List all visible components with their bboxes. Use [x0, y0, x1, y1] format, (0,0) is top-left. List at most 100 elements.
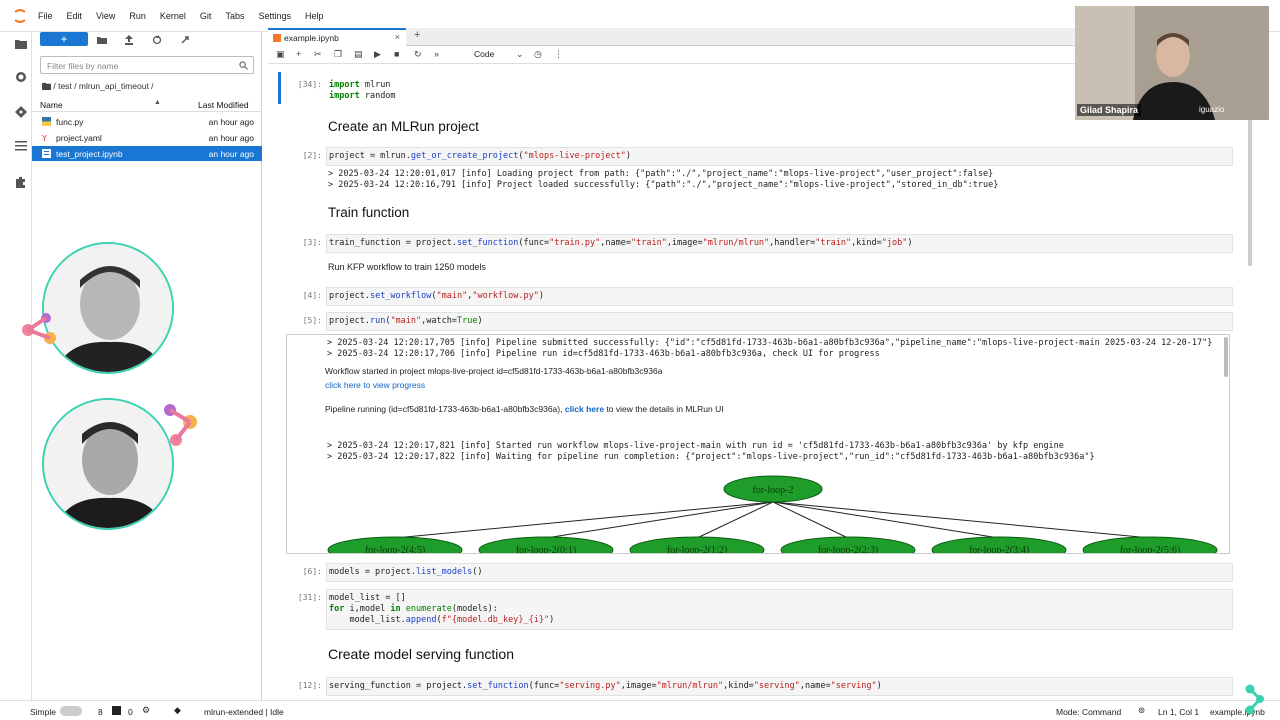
code-cell[interactable]: train_function = project.set_function(fu…	[326, 234, 1233, 253]
cell-prompt: [4]:	[302, 291, 322, 300]
breadcrumb[interactable]: / test / mlrun_api_timeout /	[42, 81, 154, 91]
graph-node-label: for-loop-2(4:5)	[365, 545, 425, 554]
restart-icon[interactable]: ↻	[414, 49, 422, 60]
graph-node-child[interactable]: for-loop-2(4:5)	[327, 536, 463, 554]
view-details-link[interactable]: click here	[565, 404, 604, 414]
extension-icon[interactable]	[15, 176, 27, 188]
notebook-panel[interactable]: [34]: import mlrun import random Create …	[268, 64, 1256, 700]
code-cell[interactable]: model_list = [] for i,model in enumerate…	[326, 589, 1233, 630]
restart-run-all-icon[interactable]: »	[434, 49, 439, 59]
cell-output-log: > 2025-03-24 12:20:01,017 [info] Loading…	[328, 169, 999, 190]
graph-node-label: for-loop-2(2:3)	[818, 545, 878, 554]
markdown-heading: Train function	[328, 205, 410, 220]
file-row[interactable]: Y project.yaml an hour ago	[32, 130, 262, 145]
filter-files-input[interactable]: Filter files by name	[40, 56, 254, 74]
column-last-modified[interactable]: Last Modified	[198, 100, 249, 110]
file-row-selected[interactable]: test_project.ipynb an hour ago	[32, 146, 262, 161]
file-browser: + Filter files by name / test / mlrun_ap…	[22, 32, 262, 700]
graph-node-child[interactable]: for-loop-2(2:3)	[780, 536, 916, 554]
code-cell[interactable]: project.run("main",watch=True)	[326, 312, 1233, 331]
kernel-status[interactable]: mlrun-extended | Idle	[204, 707, 284, 717]
save-icon[interactable]: ▣	[276, 49, 285, 60]
output-scrollbar[interactable]	[1224, 337, 1228, 377]
code-cell[interactable]: serving_function = project.set_function(…	[326, 677, 1233, 696]
git-diff-icon[interactable]: ⋮	[554, 49, 563, 60]
menu-help[interactable]: Help	[305, 11, 324, 21]
run-icon[interactable]: ▶	[374, 49, 381, 60]
cut-icon[interactable]: ✂	[314, 49, 322, 60]
graph-node-child[interactable]: for-loop-2(3:4)	[931, 536, 1067, 554]
tab-example-notebook[interactable]: example.ipynb ×	[268, 28, 406, 46]
menu-kernel[interactable]: Kernel	[160, 11, 186, 21]
graph-node-child[interactable]: for-loop-2(5:6)	[1082, 536, 1218, 554]
new-launcher-button[interactable]: +	[40, 32, 88, 46]
chevron-down-icon: ⌄	[516, 49, 524, 59]
git-clone-icon[interactable]	[180, 35, 190, 45]
graph-node-root[interactable]: for-loop-2	[723, 475, 823, 503]
cell-prompt: [34]:	[297, 80, 322, 89]
notebook-icon	[273, 34, 281, 42]
close-tab-icon[interactable]: ×	[395, 32, 400, 42]
terminal-icon	[112, 706, 121, 715]
brand-node-icon	[22, 313, 56, 344]
jupyter-logo-icon	[14, 9, 26, 23]
git-status-icon[interactable]: ◆	[174, 705, 181, 716]
notebook-file-icon	[42, 149, 51, 158]
file-list-header: Name ▲ Last Modified	[32, 98, 262, 112]
code-cell[interactable]: project.set_workflow("main","workflow.py…	[326, 287, 1233, 306]
simple-mode-toggle[interactable]	[60, 706, 82, 716]
code-cell[interactable]: project = mlrun.get_or_create_project("m…	[326, 147, 1233, 166]
new-folder-icon[interactable]	[97, 35, 107, 45]
graph-node-label: for-loop-2(0:1)	[516, 545, 576, 554]
filter-placeholder: Filter files by name	[47, 61, 119, 71]
sort-ascending-icon: ▲	[154, 99, 161, 106]
file-browser-toolbar: +	[40, 32, 262, 54]
cursor-position[interactable]: Ln 1, Col 1	[1158, 707, 1199, 717]
menu-tabs[interactable]: Tabs	[225, 11, 244, 21]
upload-icon[interactable]	[124, 35, 134, 45]
search-icon	[239, 61, 248, 70]
pipeline-graph[interactable]: for-loop-2 for-loop-2(4:5) for-loop-2(0:1…	[287, 467, 1230, 554]
column-name[interactable]: Name	[40, 100, 63, 110]
new-tab-button[interactable]: +	[414, 29, 420, 41]
clock-icon[interactable]: ◷	[534, 49, 542, 60]
menu-edit[interactable]: Edit	[67, 11, 83, 21]
graph-node-child[interactable]: for-loop-2(1:2)	[629, 536, 765, 554]
paste-icon[interactable]: ▤	[354, 49, 363, 60]
kernel-count[interactable]: 8	[98, 707, 103, 717]
graph-node-child[interactable]: for-loop-2(0:1)	[478, 536, 614, 554]
folder-icon[interactable]	[15, 38, 27, 50]
view-progress-link[interactable]: click here to view progress	[325, 380, 425, 390]
brand-node-icon	[164, 404, 197, 446]
file-row[interactable]: func.py an hour ago	[32, 114, 262, 129]
speaker-avatar-2	[42, 398, 174, 530]
graph-edge	[696, 501, 774, 539]
presenter-video-frame: iguazio	[1075, 6, 1269, 120]
graph-edge	[772, 501, 849, 539]
menu-run[interactable]: Run	[129, 11, 146, 21]
terminal-count[interactable]: 0	[128, 707, 133, 717]
menu-settings[interactable]: Settings	[258, 11, 291, 21]
menu-git[interactable]: Git	[200, 11, 212, 21]
code-cell[interactable]: models = project.list_models()	[326, 563, 1233, 582]
git-icon[interactable]	[15, 106, 27, 118]
toc-icon[interactable]	[15, 140, 27, 152]
speaker-avatar-1	[42, 242, 174, 374]
editor-mode: Mode: Command	[1056, 707, 1122, 717]
cell-prompt: [5]:	[302, 316, 322, 325]
python-file-icon	[42, 117, 51, 126]
stop-icon[interactable]: ■	[394, 49, 399, 59]
menu-file[interactable]: File	[38, 11, 53, 21]
menu-view[interactable]: View	[96, 11, 115, 21]
running-icon[interactable]	[15, 71, 27, 83]
insert-cell-icon[interactable]: +	[296, 49, 301, 59]
markdown-heading: Create an MLRun project	[328, 119, 479, 134]
svg-text:Y: Y	[42, 134, 47, 142]
shirt-brand-text: iguazio	[1199, 105, 1225, 114]
speaker-photo-1	[44, 244, 172, 372]
copy-icon[interactable]: ❐	[334, 49, 342, 60]
cell-prompt: [3]:	[302, 238, 322, 247]
refresh-icon[interactable]	[152, 35, 162, 45]
cell-output-scroll-area[interactable]: > 2025-03-24 12:20:17,705 [info] Pipelin…	[286, 334, 1230, 554]
speaker-photo-2	[44, 400, 172, 528]
